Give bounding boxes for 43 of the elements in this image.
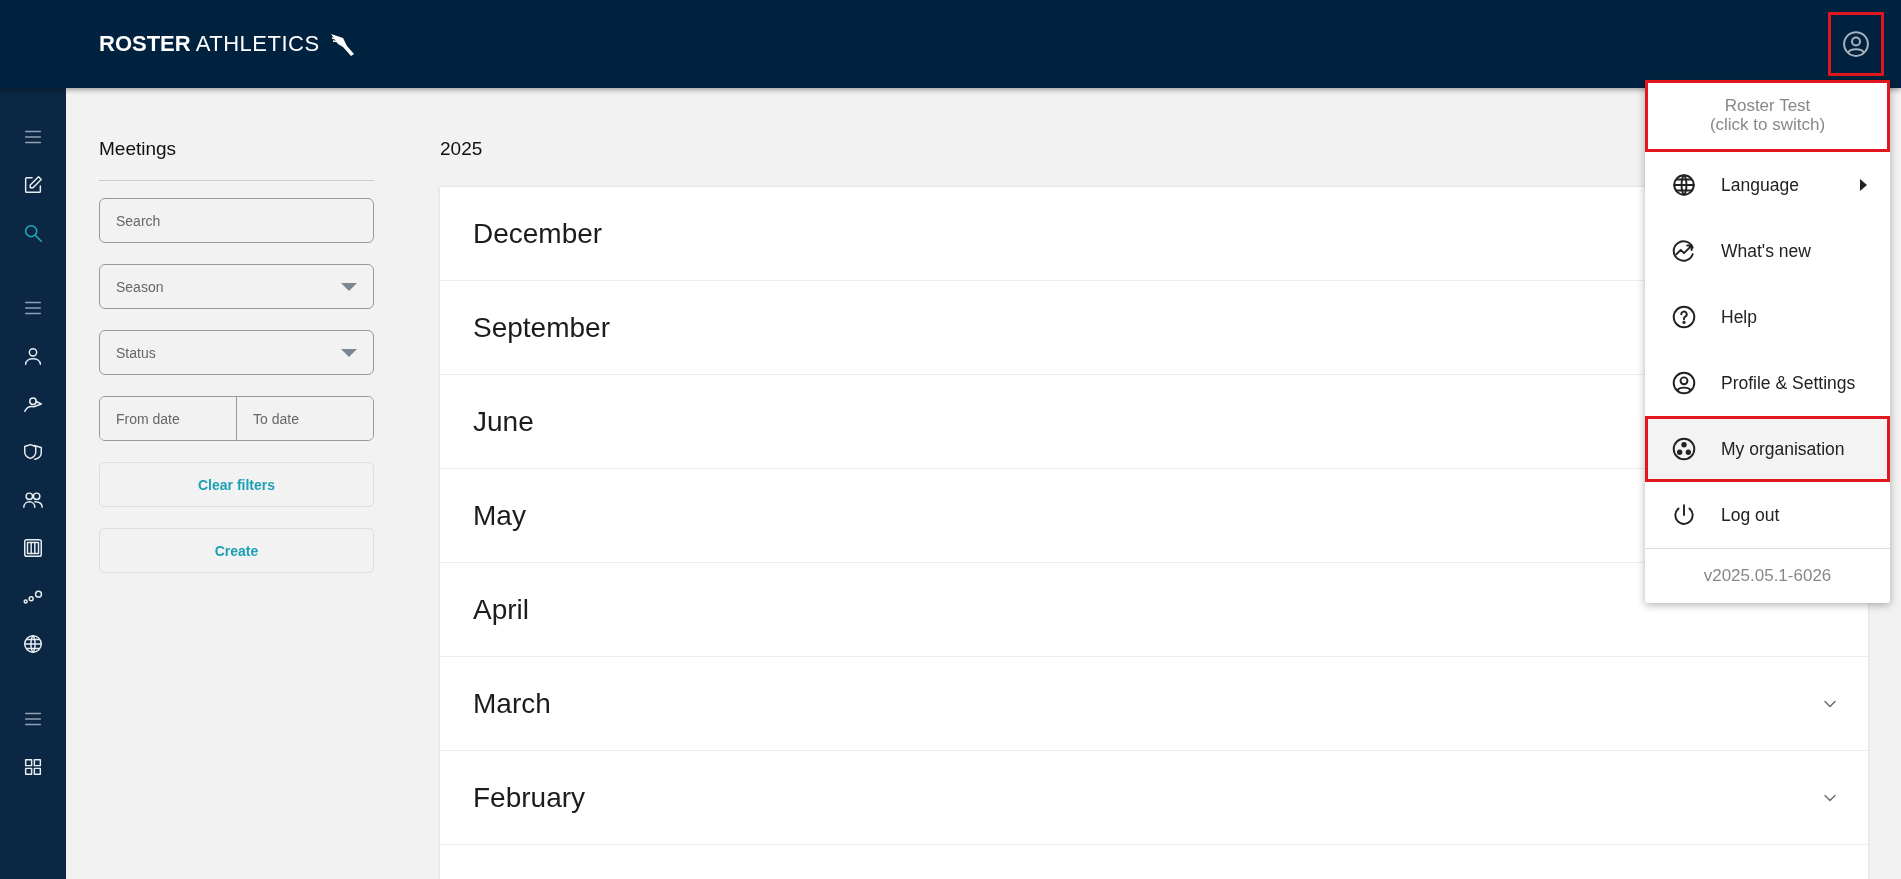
panel-title: Meetings [99, 138, 178, 160]
dropdown-arrow-icon [341, 348, 357, 357]
globe-icon [1671, 172, 1697, 198]
date-field[interactable]: To date [236, 397, 373, 440]
menu-item[interactable]: Log out [1645, 482, 1890, 548]
menu-item[interactable]: Help [1645, 284, 1890, 350]
month-heading[interactable]: February [473, 781, 586, 814]
power-icon [1671, 502, 1697, 528]
trend-icon [1671, 238, 1697, 264]
menu-item[interactable]: What's new [1645, 218, 1890, 284]
grid-icon[interactable] [22, 756, 44, 778]
month-heading[interactable]: May [473, 499, 526, 532]
logo-text: ROSTER [99, 31, 191, 57]
user-circle-icon [1671, 370, 1697, 396]
people-icon[interactable] [22, 489, 44, 511]
year-heading: 2025 [440, 138, 484, 160]
select-field[interactable]: Status [99, 330, 374, 375]
menu-item[interactable]: My organisation [1645, 416, 1890, 482]
person-icon[interactable] [22, 345, 44, 367]
help-icon [1671, 304, 1697, 330]
month-heading[interactable]: April [473, 593, 529, 626]
month-heading[interactable]: September [473, 311, 610, 344]
logo-text: ATHLETICS [195, 31, 320, 57]
menu-item[interactable]: Language [1645, 152, 1890, 218]
version-text: v2025.05.1-6026 [1645, 548, 1890, 603]
account-switcher[interactable]: Roster Test (click to switch) [1645, 80, 1890, 152]
globe-icon[interactable] [22, 633, 44, 655]
menu-item[interactable]: Profile & Settings [1645, 350, 1890, 416]
month-heading[interactable]: March [473, 687, 551, 720]
month-heading[interactable]: June [473, 405, 534, 438]
search-icon[interactable] [22, 222, 44, 244]
account-button[interactable] [1828, 12, 1884, 76]
shields-icon[interactable] [22, 441, 44, 463]
dots-circle-icon [1671, 436, 1697, 462]
user-circle-icon [1841, 29, 1871, 59]
winged-shoe-icon [328, 31, 355, 57]
board-icon[interactable] [22, 537, 44, 559]
month-heading[interactable]: December [473, 217, 603, 250]
date-range-field[interactable]: From date To date [99, 396, 374, 441]
select-field[interactable]: Season [99, 264, 374, 309]
search-field[interactable]: Search [99, 198, 374, 243]
dropdown-arrow-icon [341, 282, 357, 291]
edit-icon[interactable] [22, 174, 44, 196]
